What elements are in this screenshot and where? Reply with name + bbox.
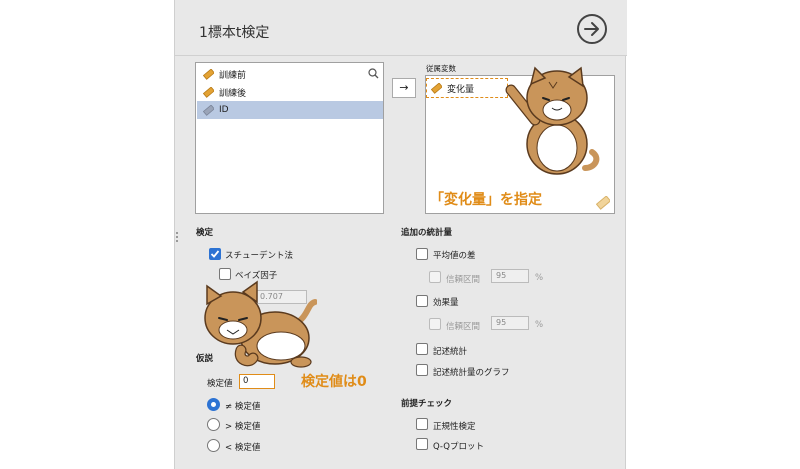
desc-plot-label: 記述統計量のグラフ bbox=[433, 368, 510, 378]
normality-label: 正規性検定 bbox=[433, 422, 476, 432]
dependent-item-highlight[interactable]: 変化量 bbox=[426, 78, 508, 98]
dependent-annotation: 「変化量」を指定 bbox=[430, 192, 542, 208]
variable-list[interactable]: 訓練前 訓練後 ID bbox=[195, 62, 384, 214]
variable-label: ID bbox=[219, 105, 229, 115]
qq-label: Q-Qプロット bbox=[433, 442, 484, 452]
variable-item-id[interactable]: ID bbox=[197, 101, 383, 119]
cat-illustration bbox=[204, 280, 317, 368]
normality-checkbox[interactable] bbox=[416, 418, 428, 430]
ci2-label: 信頼区間 bbox=[446, 322, 481, 332]
test-value-input[interactable]: 0 bbox=[239, 374, 275, 389]
descriptives-checkbox[interactable] bbox=[416, 343, 428, 355]
desc-plot-checkbox[interactable] bbox=[416, 364, 428, 376]
radio-not-equal[interactable] bbox=[207, 398, 220, 411]
ruler-icon bbox=[431, 82, 442, 94]
ruler-icon bbox=[203, 86, 214, 98]
move-to-dependent-button[interactable]: → bbox=[392, 78, 416, 98]
student-label: スチューデント法 bbox=[225, 251, 294, 261]
ci1-value-field[interactable]: 95 bbox=[491, 269, 529, 283]
ci1-checkbox[interactable] bbox=[429, 271, 441, 283]
radio-greater-label: > 検定値 bbox=[225, 422, 261, 432]
additional-stats-title: 追加の統計量 bbox=[401, 228, 453, 238]
test-value-label: 検定値 bbox=[207, 379, 233, 389]
effect-size-label: 効果量 bbox=[433, 298, 459, 308]
ci1-label: 信頼区間 bbox=[446, 275, 481, 285]
test-value-annotation: 検定値は0 bbox=[301, 374, 367, 390]
hypothesis-title: 仮説 bbox=[196, 354, 214, 364]
radio-less-label: < 検定値 bbox=[225, 443, 261, 453]
radio-less[interactable] bbox=[207, 439, 220, 452]
run-arrow-icon[interactable] bbox=[577, 14, 607, 44]
variable-item-pre[interactable]: 訓練前 bbox=[197, 65, 383, 83]
assumptions-title: 前提チェック bbox=[401, 399, 453, 409]
dependent-title: 従属変数 bbox=[426, 64, 456, 73]
mean-diff-checkbox[interactable] bbox=[416, 248, 428, 260]
variable-item-post[interactable]: 訓練後 bbox=[197, 83, 383, 101]
student-checkbox[interactable] bbox=[209, 248, 221, 260]
drag-handle[interactable] bbox=[176, 232, 179, 242]
ruler-icon bbox=[203, 68, 214, 80]
variable-label: 訓練後 bbox=[219, 88, 247, 99]
tests-title: 検定 bbox=[196, 228, 214, 238]
variable-label: 訓練前 bbox=[219, 70, 247, 81]
mean-diff-label: 平均値の差 bbox=[433, 251, 476, 261]
radio-not-equal-label: ≠ 検定値 bbox=[225, 402, 261, 412]
radio-greater[interactable] bbox=[207, 418, 220, 431]
ci2-checkbox[interactable] bbox=[429, 318, 441, 330]
dialog-header: 1標本t検定 bbox=[175, 0, 627, 56]
search-icon[interactable] bbox=[368, 68, 379, 79]
ruler-watermark-icon bbox=[596, 196, 610, 210]
ci2-unit: % bbox=[535, 320, 544, 330]
effect-size-checkbox[interactable] bbox=[416, 295, 428, 307]
ci1-unit: % bbox=[535, 273, 544, 283]
cat-illustration bbox=[505, 66, 600, 175]
qq-checkbox[interactable] bbox=[416, 438, 428, 450]
analysis-panel: 1標本t検定 訓練前 訓練後 ID → 従属変数 変化量 「変化量」を指定 検定… bbox=[174, 0, 627, 469]
ruler-gray-icon bbox=[203, 104, 214, 116]
dependent-item-label: 変化量 bbox=[447, 84, 475, 95]
dialog-title: 1標本t検定 bbox=[199, 25, 270, 41]
descriptives-label: 記述統計 bbox=[433, 347, 468, 357]
ci2-value-field[interactable]: 95 bbox=[491, 316, 529, 330]
